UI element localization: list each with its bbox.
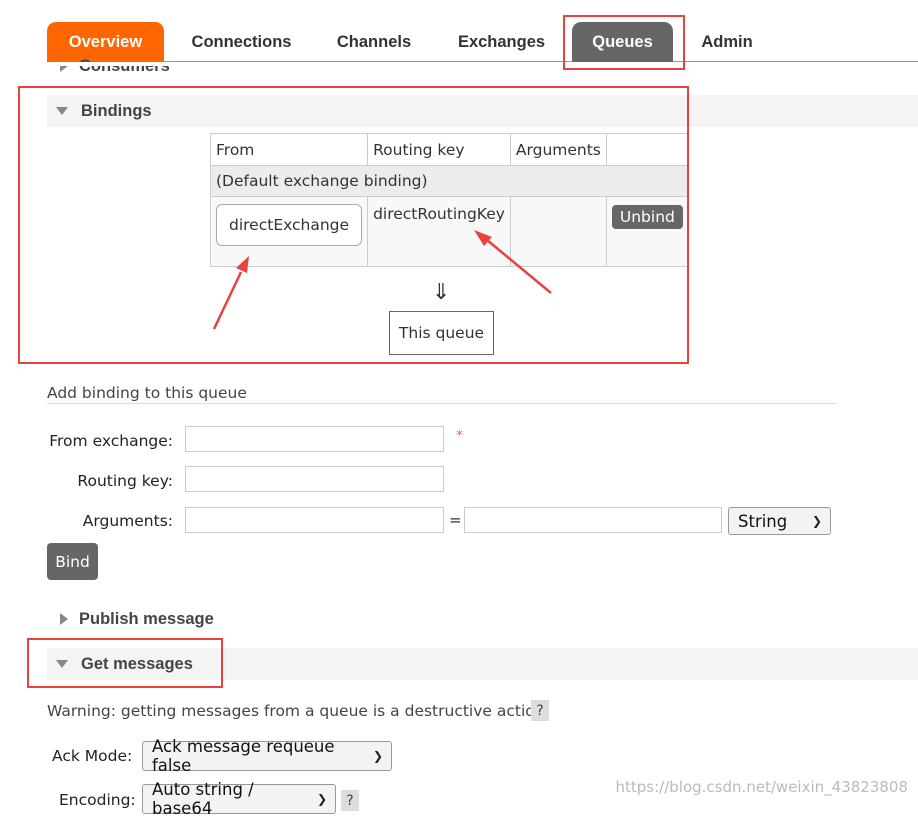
arrow-to-exchange	[212, 256, 249, 330]
annotation-arrows	[212, 230, 552, 330]
arrow-to-routing-key	[474, 230, 552, 294]
